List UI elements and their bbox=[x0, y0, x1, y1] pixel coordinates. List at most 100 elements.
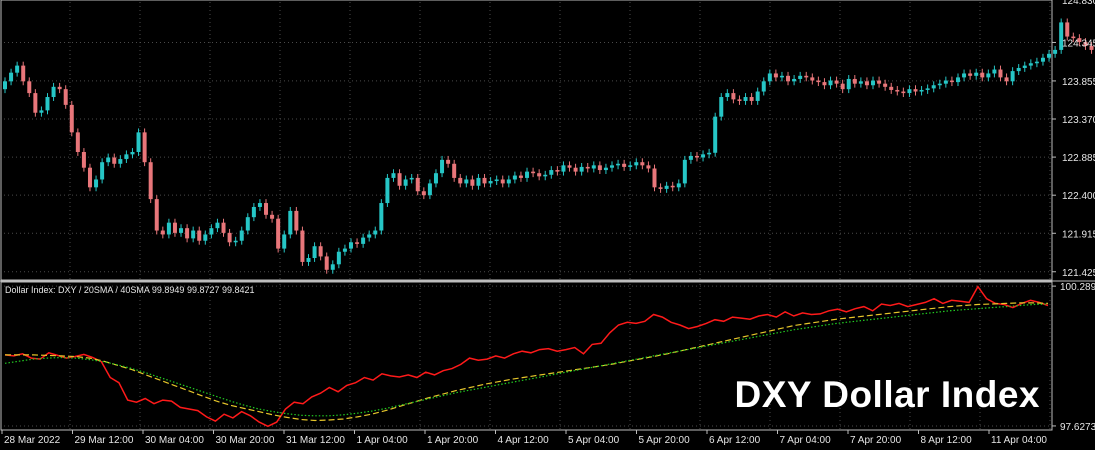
candle-body bbox=[907, 89, 912, 94]
candle-body bbox=[640, 162, 645, 166]
candle-body bbox=[385, 177, 390, 204]
candle-body bbox=[725, 93, 730, 98]
candle-body bbox=[749, 97, 754, 101]
x-tick-label: 30 Mar 04:00 bbox=[145, 435, 204, 446]
candle-body bbox=[871, 80, 876, 86]
candle-body bbox=[15, 65, 20, 73]
candle-body bbox=[731, 93, 736, 100]
candle-body bbox=[864, 81, 869, 86]
candle-body bbox=[676, 183, 681, 188]
y-tick-label: 122.400 bbox=[1062, 191, 1095, 202]
candle-body bbox=[69, 104, 74, 133]
candle-body bbox=[172, 222, 177, 233]
candle-body bbox=[118, 159, 123, 164]
x-tick-label: 30 Mar 20:00 bbox=[216, 435, 275, 446]
x-tick-label: 31 Mar 12:00 bbox=[286, 435, 345, 446]
chart-frame bbox=[0, 0, 1095, 431]
candle-body bbox=[816, 80, 821, 83]
candle-body bbox=[737, 99, 742, 101]
candle-body bbox=[652, 168, 657, 188]
candle-body bbox=[294, 210, 299, 231]
time-axis: 28 Mar 2022 29 Mar 12:00 30 Mar 04:00 30 Ma… bbox=[1, 430, 1047, 446]
candle-body bbox=[1065, 22, 1070, 37]
candle-body bbox=[664, 185, 669, 189]
candle-body bbox=[858, 81, 863, 84]
watermark-title: DXY Dollar Index bbox=[734, 374, 1040, 415]
candle-body bbox=[1034, 61, 1039, 64]
candle-body bbox=[136, 132, 141, 152]
candle-body bbox=[403, 179, 408, 186]
candle-body bbox=[610, 165, 614, 168]
candle-body bbox=[300, 230, 305, 262]
candle-body bbox=[846, 78, 851, 90]
candle-body bbox=[531, 171, 536, 174]
candle-body bbox=[895, 89, 900, 92]
candle-body bbox=[1040, 57, 1045, 62]
candle-body bbox=[458, 177, 463, 184]
candle-body bbox=[324, 256, 329, 270]
candle-body bbox=[9, 72, 14, 82]
candle-body bbox=[500, 179, 505, 184]
candle-body bbox=[87, 167, 92, 188]
candle-body bbox=[931, 85, 936, 89]
candle-body bbox=[616, 163, 621, 166]
candle-body bbox=[39, 110, 44, 113]
candle-body bbox=[409, 177, 414, 180]
candle-body bbox=[937, 83, 942, 86]
candle-body bbox=[622, 163, 627, 167]
candle-body bbox=[330, 264, 335, 270]
x-tick-label: 28 Mar 2022 bbox=[4, 435, 61, 446]
candle-body bbox=[537, 173, 542, 177]
candle-body bbox=[245, 217, 250, 231]
candle-body bbox=[840, 83, 845, 90]
candle-body bbox=[968, 73, 973, 76]
candle-body bbox=[318, 246, 323, 257]
candle-body bbox=[191, 230, 196, 239]
candle-body bbox=[124, 154, 129, 160]
candle-body bbox=[227, 232, 232, 243]
candle-body bbox=[1010, 71, 1015, 82]
y-tick-label: 123.855 bbox=[1062, 77, 1095, 88]
x-tick-label: 7 Apr 20:00 bbox=[850, 435, 902, 446]
candle-body bbox=[112, 157, 117, 164]
candle-body bbox=[767, 73, 772, 82]
candle-body bbox=[779, 75, 784, 78]
candle-body bbox=[51, 86, 56, 98]
candle-body bbox=[688, 155, 693, 160]
candle-body bbox=[257, 203, 262, 207]
candle-body bbox=[276, 218, 281, 249]
price-pane-border bbox=[0, 0, 1053, 281]
candle-body bbox=[221, 222, 226, 233]
x-tick-label: 11 Apr 04:00 bbox=[991, 435, 1047, 446]
candle-body bbox=[355, 242, 360, 244]
y-tick-label-top: 124.830 bbox=[1062, 0, 1095, 7]
candle-body bbox=[986, 73, 991, 78]
x-tick-label: 7 Apr 04:00 bbox=[780, 435, 832, 446]
candle-body bbox=[476, 177, 481, 186]
candle-body bbox=[197, 230, 202, 241]
candle-body bbox=[962, 73, 967, 78]
candle-body bbox=[743, 97, 748, 101]
candle-body bbox=[682, 159, 687, 184]
candle-body bbox=[555, 170, 560, 172]
candle-body bbox=[239, 230, 244, 241]
candle-body bbox=[646, 165, 651, 169]
candle-body bbox=[810, 77, 815, 81]
candle-body bbox=[943, 80, 948, 84]
candle-body bbox=[251, 206, 256, 218]
candle-body bbox=[597, 165, 602, 171]
candle-body bbox=[786, 75, 791, 82]
candlestick-series bbox=[3, 18, 1094, 274]
main-grid bbox=[4, 2, 1052, 280]
candle-body bbox=[773, 73, 778, 78]
candle-body bbox=[506, 179, 511, 184]
candle-body bbox=[63, 89, 68, 105]
y-tick-label: 122.885 bbox=[1062, 153, 1095, 164]
candle-body bbox=[658, 187, 663, 189]
candle-body bbox=[33, 93, 38, 113]
candle-body bbox=[719, 97, 724, 117]
candle-body bbox=[185, 228, 190, 239]
candle-body bbox=[45, 97, 50, 111]
candle-body bbox=[154, 199, 159, 231]
indicator-label: Dollar Index: DXY / 20SMA / 40SMA 99.894… bbox=[5, 285, 255, 295]
